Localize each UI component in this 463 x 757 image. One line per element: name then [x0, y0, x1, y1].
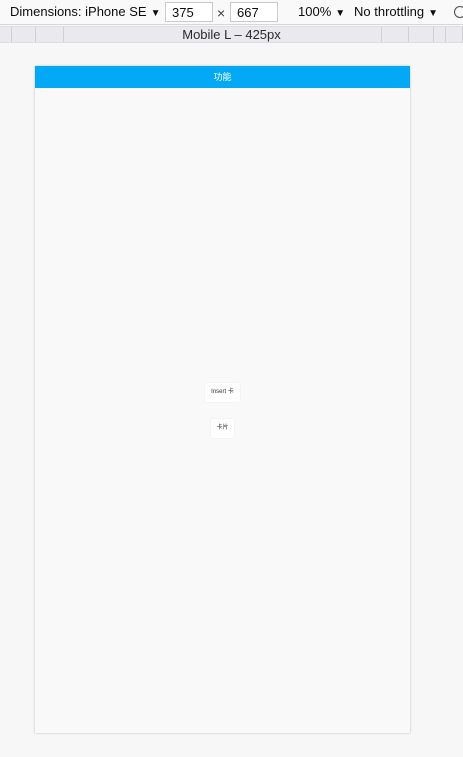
- chevron-down-icon: ▼: [428, 8, 438, 19]
- media-query-label: Mobile L – 425px: [182, 27, 281, 42]
- dimensions-dropdown[interactable]: Dimensions: iPhone SE ▼: [10, 4, 160, 19]
- zoom-label: 100%: [298, 4, 332, 19]
- insert-button[interactable]: Insert 卡: [205, 383, 240, 402]
- width-input[interactable]: 375: [165, 2, 213, 22]
- dimensions-label: Dimensions: iPhone SE: [10, 4, 147, 19]
- height-input[interactable]: 667: [230, 2, 278, 22]
- device-viewport: 功能 Insert 卡 卡片: [35, 66, 410, 733]
- chevron-down-icon: ▼: [150, 8, 161, 19]
- throttling-label: No throttling: [354, 4, 425, 19]
- times-icon: ×: [217, 5, 226, 21]
- rotate-icon[interactable]: [454, 6, 463, 18]
- devtools-toolbar: Dimensions: iPhone SE ▼ 375 × 667 100% ▼ N…: [0, 0, 463, 25]
- chevron-down-icon: ▼: [335, 8, 346, 19]
- media-query-bar: Mobile L – 425px: [0, 26, 463, 43]
- zoom-dropdown[interactable]: 100% ▼: [298, 4, 345, 19]
- throttling-dropdown[interactable]: No throttling ▼: [354, 4, 438, 19]
- app-header: 功能: [35, 66, 410, 88]
- card-button[interactable]: 卡片: [211, 419, 234, 438]
